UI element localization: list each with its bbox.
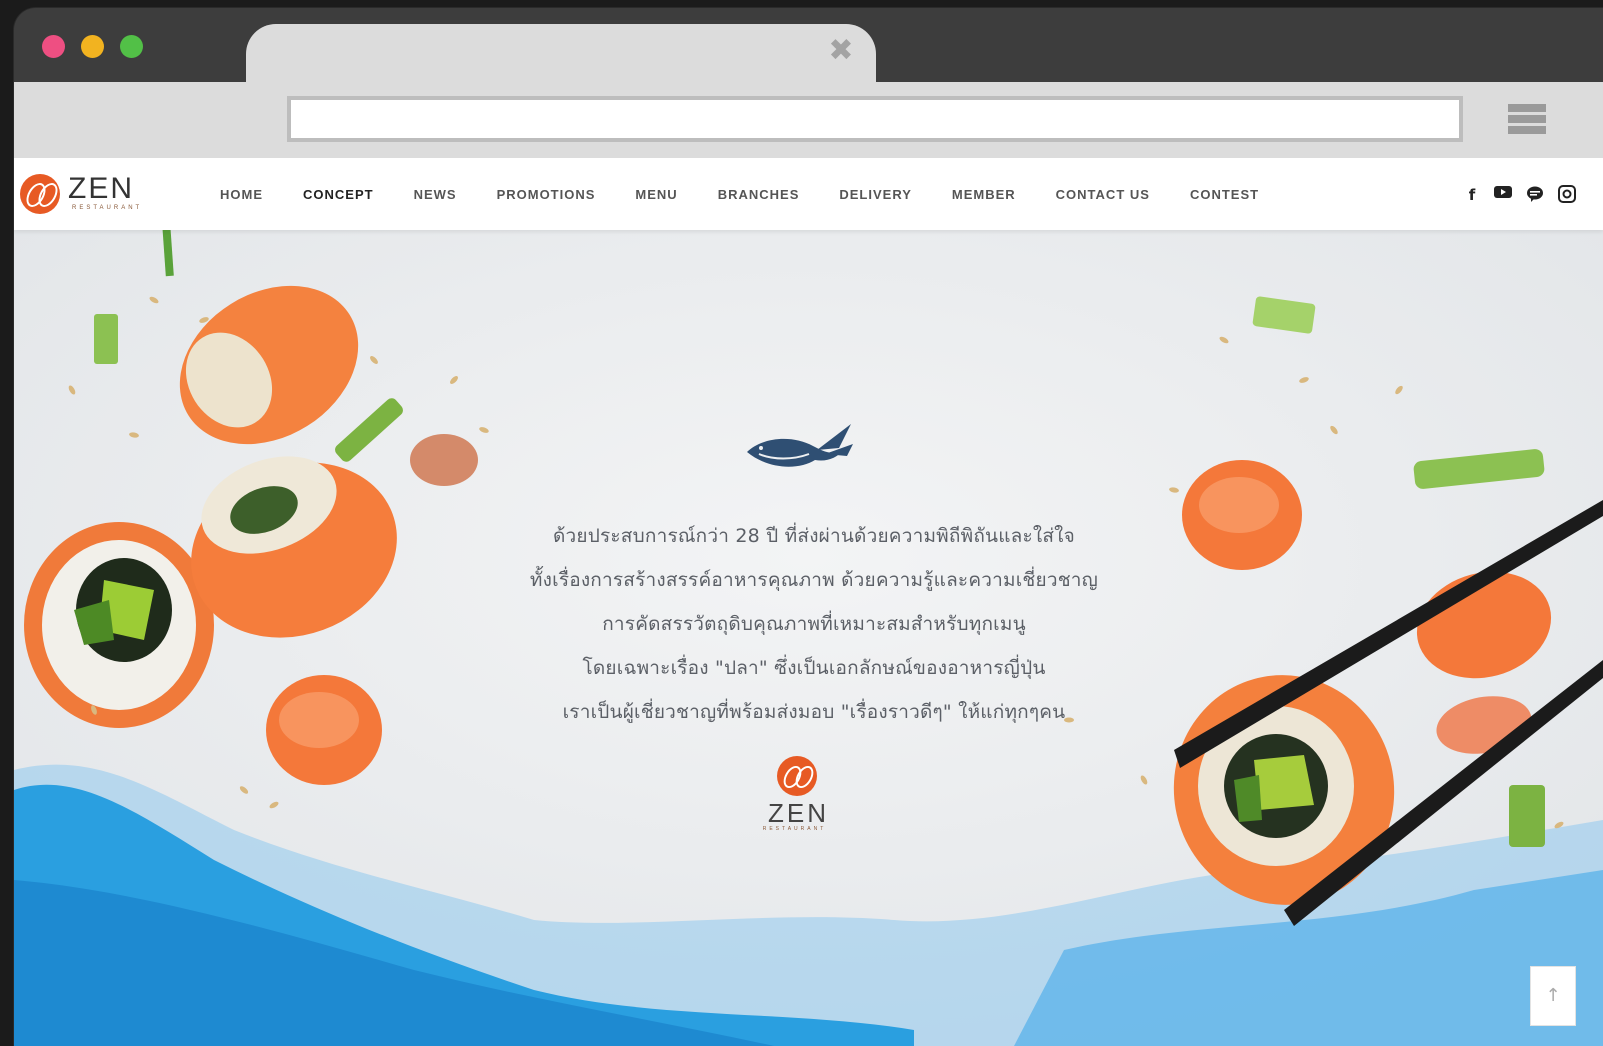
browser-titlebar: ✖: [14, 8, 1603, 86]
nav-menu[interactable]: MENU: [635, 187, 677, 202]
web-page: ZEN RESTAURANT HOME CONCEPT NEWS PROMOTI…: [14, 158, 1603, 1046]
youtube-icon[interactable]: [1494, 185, 1514, 205]
close-icon[interactable]: ✖: [826, 36, 856, 66]
nav-concept[interactable]: CONCEPT: [303, 187, 374, 202]
nav-branches[interactable]: BRANCHES: [718, 187, 800, 202]
minimize-window-button[interactable]: [81, 35, 104, 58]
line-icon[interactable]: [1526, 185, 1546, 205]
close-window-button[interactable]: [42, 35, 65, 58]
concept-line-5: เราเป็นผู้เชี่ยวชาญที่พร้อมส่งมอบ "เรื่อ…: [562, 701, 1066, 723]
instagram-icon[interactable]: [1558, 185, 1578, 205]
hero-logo-text: ZEN: [768, 798, 829, 828]
address-bar[interactable]: [287, 96, 1463, 142]
site-navbar: ZEN RESTAURANT HOME CONCEPT NEWS PROMOTI…: [14, 158, 1603, 230]
logo-mark-icon: [20, 174, 60, 214]
browser-toolbar: [14, 82, 1603, 158]
concept-line-2: ทั้งเรื่องการสร้างสรรค์อาหารคุณภาพ ด้วยค…: [529, 569, 1099, 591]
hero-logo: ZEN RESTAURANT: [747, 756, 842, 836]
maximize-window-button[interactable]: [120, 35, 143, 58]
nav-promotions[interactable]: PROMOTIONS: [497, 187, 596, 202]
nav-contest[interactable]: CONTEST: [1190, 187, 1259, 202]
logo-mark-icon: [777, 756, 817, 796]
concept-line-1: ด้วยประสบการณ์กว่า 28 ปี ที่ส่งผ่านด้วยค…: [553, 525, 1075, 547]
concept-line-3: การคัดสรรวัตถุดิบคุณภาพที่เหมาะสมสำหรับท…: [602, 613, 1026, 635]
scroll-to-top-button[interactable]: ↑: [1530, 966, 1576, 1026]
concept-description: ด้วยประสบการณ์กว่า 28 ปี ที่ส่งผ่านด้วยค…: [434, 514, 1194, 734]
hero-logo-subtext: RESTAURANT: [762, 826, 827, 832]
nav-contact-us[interactable]: CONTACT US: [1056, 187, 1150, 202]
logo-subtext: RESTAURANT: [72, 205, 143, 211]
site-logo[interactable]: ZEN RESTAURANT: [20, 172, 170, 218]
browser-window: ✖ ZEN RESTAURANT HOME CONCEPT NEWS PROMO…: [14, 8, 1603, 1046]
hero-section: ด้วยประสบการณ์กว่า 28 ปี ที่ส่งผ่านด้วยค…: [14, 230, 1603, 1046]
concept-line-4: โดยเฉพาะเรื่อง "ปลา" ซึ่งเป็นเอกลักษณ์ขอ…: [582, 657, 1046, 679]
social-links: f: [1462, 180, 1590, 210]
nav-delivery[interactable]: DELIVERY: [839, 187, 912, 202]
logo-text: ZEN: [68, 172, 134, 205]
hamburger-menu-icon[interactable]: [1508, 104, 1546, 138]
browser-tab[interactable]: ✖: [246, 24, 876, 86]
facebook-icon[interactable]: f: [1462, 185, 1482, 205]
nav-news[interactable]: NEWS: [414, 187, 457, 202]
nav-home[interactable]: HOME: [220, 187, 263, 202]
fish-emblem-icon: [747, 424, 853, 467]
nav-member[interactable]: MEMBER: [952, 187, 1016, 202]
main-nav: HOME CONCEPT NEWS PROMOTIONS MENU BRANCH…: [220, 158, 1299, 230]
